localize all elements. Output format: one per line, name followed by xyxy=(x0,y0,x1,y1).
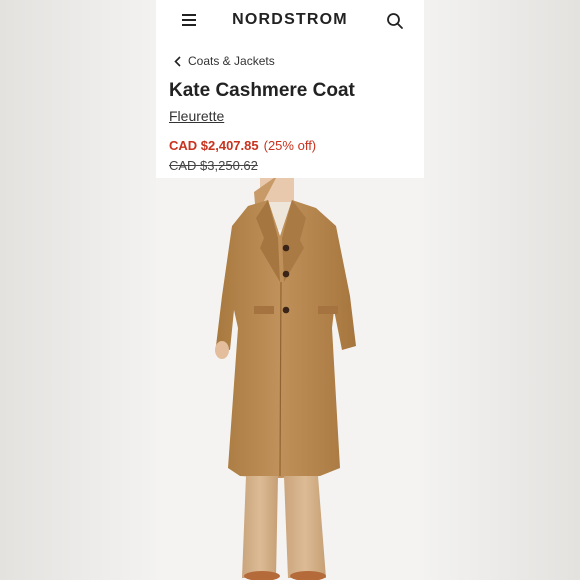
product-title: Kate Cashmere Coat xyxy=(169,80,355,101)
discount-label: (25% off) xyxy=(263,138,317,153)
top-nav-bar: NORDSTROM xyxy=(156,0,424,42)
store-logo[interactable]: NORDSTROM xyxy=(156,11,424,29)
original-price: CAD $3,250.62 xyxy=(169,158,258,173)
breadcrumb-label: Coats & Jackets xyxy=(188,54,275,68)
product-page: NORDSTROM Coats & Jackets Kate Cashmere … xyxy=(156,0,424,580)
search-icon[interactable] xyxy=(386,12,404,30)
sale-price: CAD $2,407.85 xyxy=(169,138,259,153)
product-photo[interactable] xyxy=(156,178,424,580)
price-line: CAD $2,407.85 (25% off) xyxy=(169,138,316,153)
chevron-left-icon xyxy=(174,55,181,67)
backdrop-left xyxy=(0,0,156,580)
backdrop-right xyxy=(424,0,580,580)
brand-link[interactable]: Fleurette xyxy=(169,108,224,124)
breadcrumb[interactable]: Coats & Jackets xyxy=(174,53,275,69)
